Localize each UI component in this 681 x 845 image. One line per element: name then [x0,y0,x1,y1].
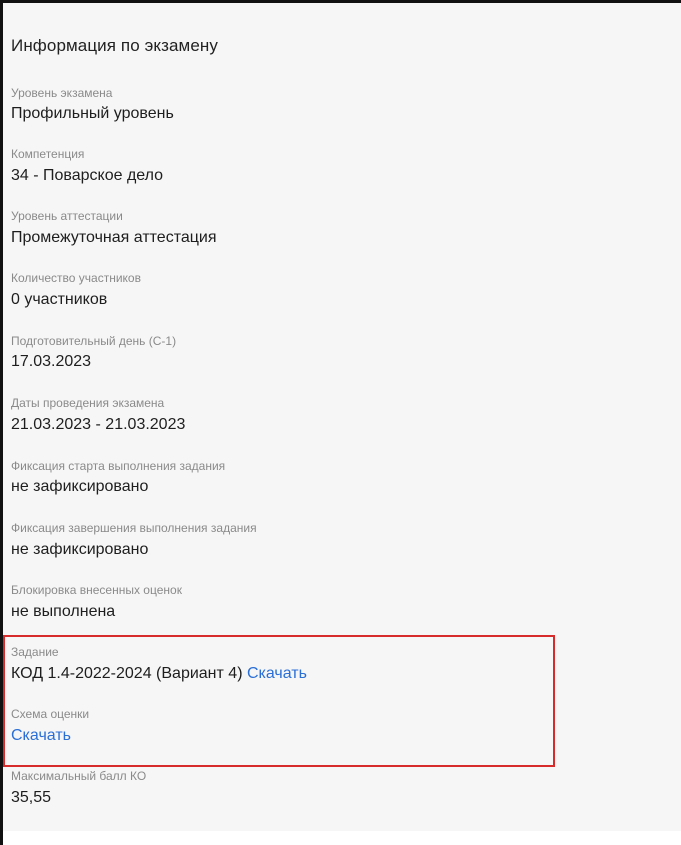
competence-value: 34 - Поварское дело [11,167,164,184]
grades-lock-value: не выполнена [11,603,116,620]
exam-level-value: Профильный уровень [11,105,174,122]
end-fix-value: не зафиксировано [11,541,149,558]
start-fix-value: не зафиксировано [11,478,149,495]
exam-dates-value: 21.03.2023 - 21.03.2023 [11,416,186,433]
grades-lock-label: Блокировка внесенных оценок [11,583,182,597]
participants-count-value: 0 участников [11,291,108,308]
start-fix-label: Фиксация старта выполнения задания [11,459,226,473]
attestation-level-label: Уровень аттестации [11,209,123,223]
exam-level-label: Уровень экзамена [11,86,113,100]
highlight-frame [3,635,555,767]
grading-scheme-label: Схема оценки [11,707,90,721]
prep-day-label: Подготовительный день (С-1) [11,334,177,348]
grading-scheme-row: Скачать [11,727,71,745]
exam-info-window: Информация по экзамену Уровень экзамена … [0,0,681,845]
max-score-label: Максимальный балл КО [11,769,147,783]
attestation-level-value: Промежуточная аттестация [11,229,217,246]
end-fix-label: Фиксация завершения выполнения задания [11,521,257,535]
section-title: Информация по экзамену [11,36,218,55]
prep-day-value: 17.03.2023 [11,353,92,370]
grading-scheme-download-link[interactable]: Скачать [11,727,71,744]
participants-count-label: Количество участников [11,271,141,285]
competence-label: Компетенция [11,147,85,161]
task-label: Задание [11,645,59,659]
max-score-value: 35,55 [11,789,52,806]
task-value: КОД 1.4-2022-2024 (Вариант 4) [11,665,247,682]
window-top-border [0,0,681,3]
task-row: КОД 1.4-2022-2024 (Вариант 4) Скачать [11,665,307,683]
exam-dates-label: Даты проведения экзамена [11,396,165,410]
task-download-link[interactable]: Скачать [247,665,307,682]
